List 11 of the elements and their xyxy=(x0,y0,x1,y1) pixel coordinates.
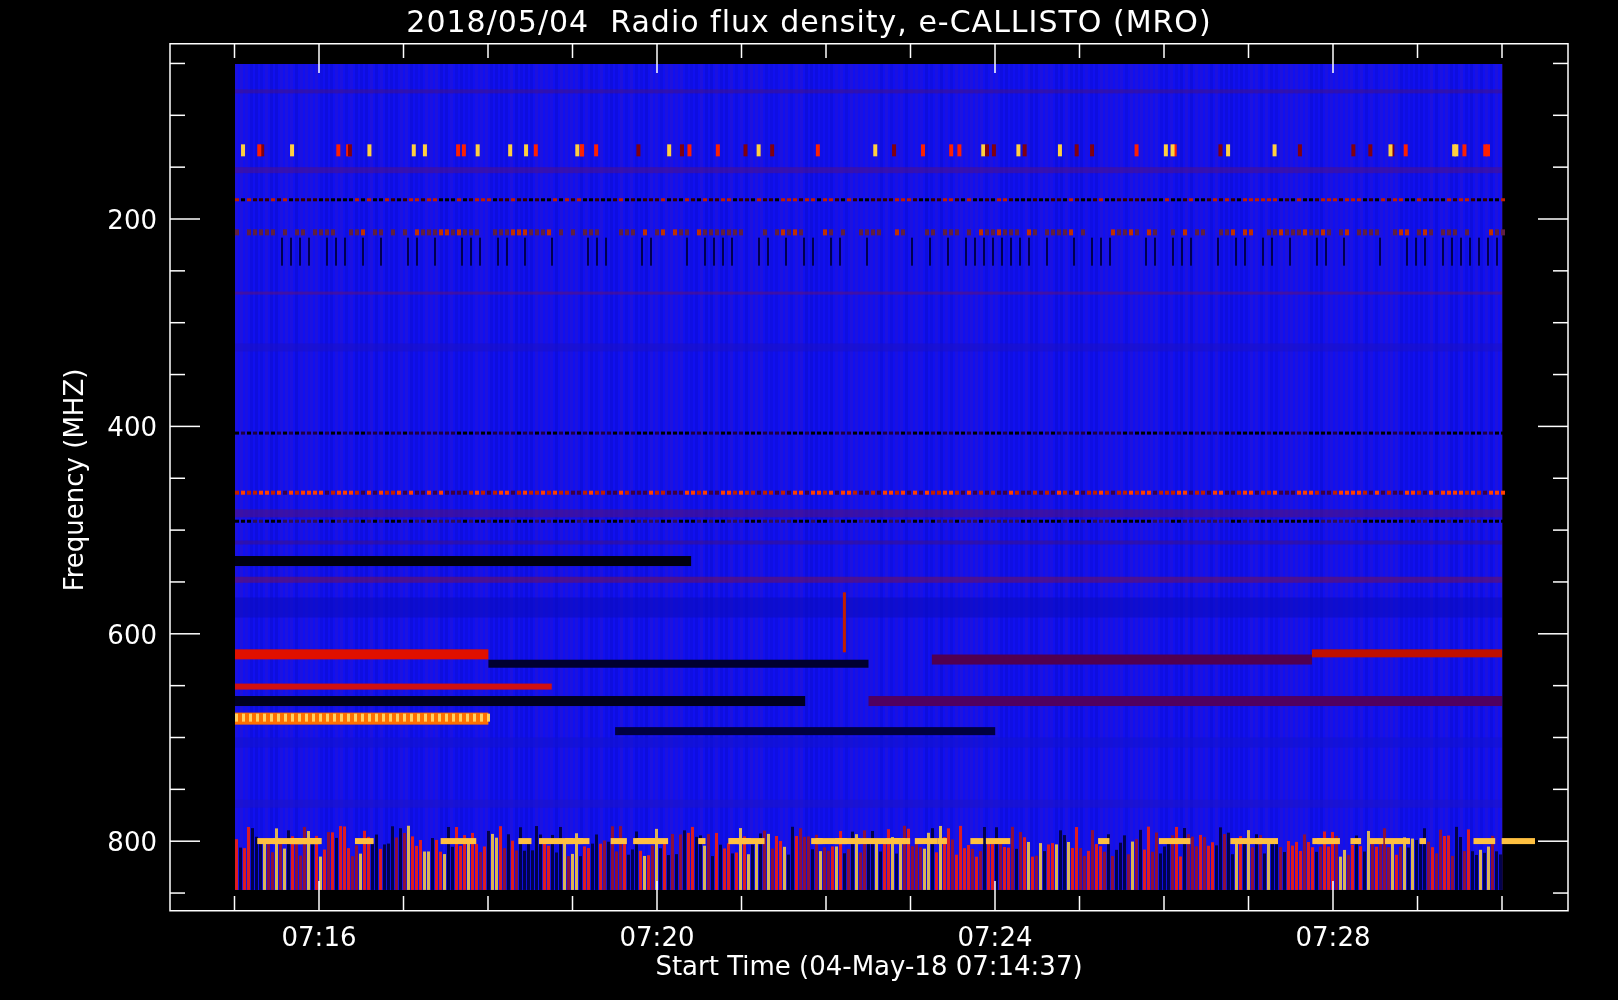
x-tick-label: 07:20 xyxy=(619,922,695,952)
y-tick-label: 600 xyxy=(107,619,157,650)
x-tick-label: 07:24 xyxy=(957,922,1033,952)
y-tick-label: 400 xyxy=(107,412,157,443)
y-tick-label: 200 xyxy=(107,205,157,235)
x-tick-label: 07:16 xyxy=(281,922,357,952)
y-axis-title: Frequency (MHZ) xyxy=(59,368,89,592)
x-axis-title: Start Time (04-May-18 07:14:37) xyxy=(655,951,1083,981)
chart-title: 2018/05/04 Radio flux density, e-CALLISTO (MRO) xyxy=(406,4,1212,39)
y-tick-label: 800 xyxy=(107,827,157,858)
x-tick-label: 07:28 xyxy=(1295,922,1371,952)
